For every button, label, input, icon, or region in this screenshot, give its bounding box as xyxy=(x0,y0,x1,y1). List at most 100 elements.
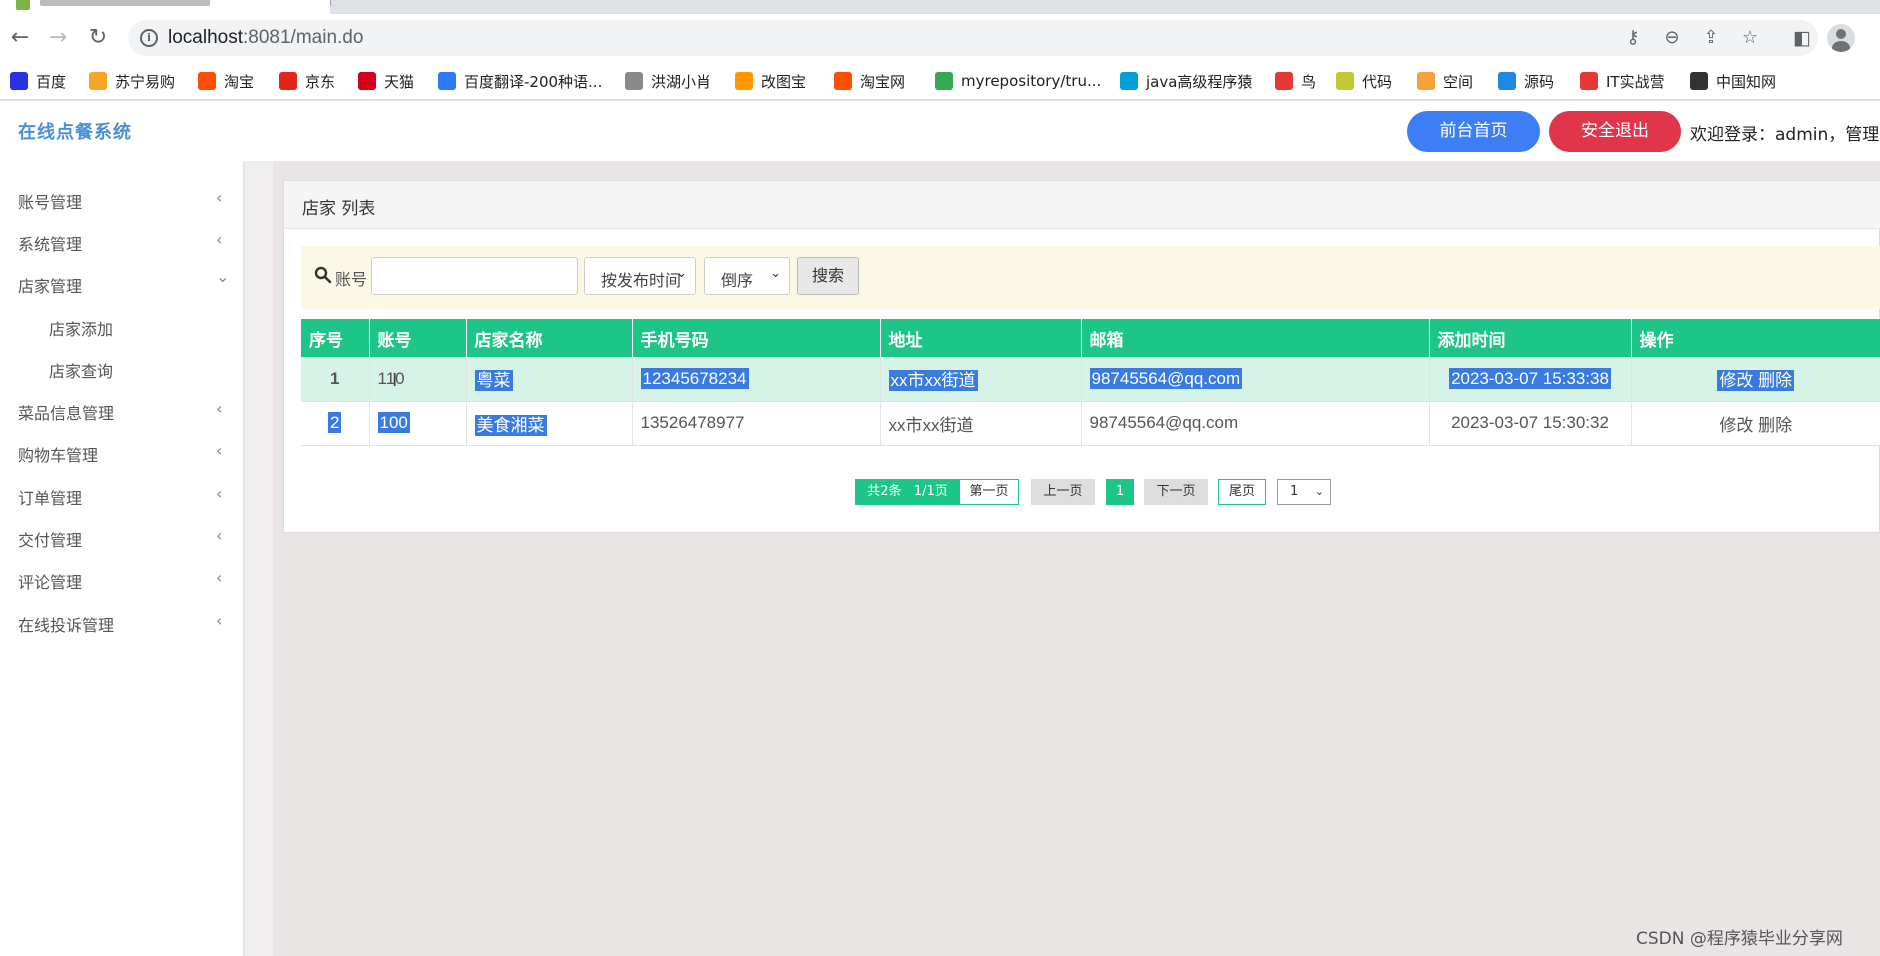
text-cursor-icon: I xyxy=(392,370,398,391)
chevron-down-icon: ⌄ xyxy=(216,267,230,286)
browser-toolbar: ← → ↻ i localhost:8081/main.do ⚷ ⊖ ⇪ ☆ ◧ xyxy=(0,14,1880,62)
chrome-icon xyxy=(935,72,953,90)
column-header: 店家名称 xyxy=(466,319,633,357)
bookmark-item[interactable]: java高级程序猿 xyxy=(1120,70,1252,92)
prev-page-button[interactable]: 上一页 xyxy=(1031,479,1095,505)
bookmark-item[interactable]: IT实战营 xyxy=(1580,70,1665,92)
bookmark-label: 源码 xyxy=(1524,72,1555,91)
column-header: 地址 xyxy=(880,319,1082,357)
bookmark-item[interactable]: 鸟 xyxy=(1275,70,1316,92)
sort-order-value: 倒序 xyxy=(721,271,754,290)
sidebar-item-orders[interactable]: 订单管理 ‹ xyxy=(0,475,244,517)
bookmark-label: 淘宝 xyxy=(224,72,255,91)
sidebar-item-label: 评论管理 xyxy=(18,573,83,592)
chevron-left-icon: ‹ xyxy=(216,441,223,460)
column-header: 账号 xyxy=(369,319,467,357)
password-key-icon[interactable]: ⚷ xyxy=(1622,27,1644,49)
row-email: 98745564@qq.com xyxy=(1081,401,1430,446)
front-home-button[interactable]: 前台首页 xyxy=(1407,111,1540,152)
bookmark-star-icon[interactable]: ☆ xyxy=(1739,27,1761,49)
browser-tab-active[interactable] xyxy=(0,0,330,14)
page-jump-select[interactable]: 1 ⌄ xyxy=(1277,479,1331,505)
sidebar-subitem-merchant-query[interactable]: 店家查询 xyxy=(0,348,244,390)
reload-icon[interactable]: ↻ xyxy=(84,24,112,52)
browser-tab-strip xyxy=(0,0,1880,14)
bookmark-label: IT实战营 xyxy=(1606,72,1665,91)
bookmark-item[interactable]: 苏宁易购 xyxy=(89,70,175,92)
tab-title xyxy=(40,0,210,6)
sidebar-item-label: 菜品信息管理 xyxy=(18,404,115,423)
sidebar-subitem-merchant-add[interactable]: 店家添加 xyxy=(0,306,244,348)
bookmark-item[interactable]: 淘宝 xyxy=(198,70,254,92)
row-account: 110 xyxy=(369,357,467,402)
app-brand: 在线点餐系统 xyxy=(18,122,132,143)
edit-link[interactable]: 修改 xyxy=(1719,371,1753,390)
table-row[interactable]: 2 100 美食湘菜 13526478977 xx市xx街道 98745564@… xyxy=(301,401,1880,446)
merchant-table: 序号 账号 店家名称 手机号码 地址 邮箱 添加时间 操作 1 110 粤菜 1… xyxy=(301,319,1880,446)
qzone-icon xyxy=(1417,72,1435,90)
bookmark-label: 鸟 xyxy=(1301,72,1317,91)
search-button[interactable]: 搜索 xyxy=(797,257,859,295)
sidebar-item-system[interactable]: 系统管理 ‹ xyxy=(0,221,244,263)
address-bar[interactable]: i localhost:8081/main.do ⚷ ⊖ ⇪ ☆ xyxy=(128,20,1818,56)
bookmark-item[interactable]: 百度翻译-200种语... xyxy=(438,70,602,92)
chevron-left-icon: ‹ xyxy=(216,188,223,207)
fish-icon xyxy=(1498,72,1516,90)
chevron-left-icon: ‹ xyxy=(216,484,223,503)
account-search-input[interactable] xyxy=(371,257,578,295)
table-header-row: 序号 账号 店家名称 手机号码 地址 邮箱 添加时间 操作 xyxy=(301,319,1880,357)
bookmark-label: 百度 xyxy=(36,72,67,91)
pager-total: 共2条 xyxy=(867,484,902,499)
next-page-button[interactable]: 下一页 xyxy=(1144,479,1208,505)
row-address: xx市xx街道 xyxy=(880,401,1082,446)
share-icon[interactable]: ⇪ xyxy=(1700,27,1722,49)
bookmark-item[interactable]: 百度 xyxy=(10,70,66,92)
current-page-button[interactable]: 1 xyxy=(1106,479,1134,505)
last-page-button[interactable]: 尾页 xyxy=(1218,479,1266,505)
sidebar-item-dishes[interactable]: 菜品信息管理 ‹ xyxy=(0,390,244,432)
logout-button[interactable]: 安全退出 xyxy=(1549,111,1681,152)
forward-arrow-icon[interactable]: → xyxy=(44,24,72,52)
bookmark-item[interactable]: 空间 xyxy=(1417,70,1473,92)
bookmark-label: 空间 xyxy=(1443,72,1474,91)
sidebar-item-label: 交付管理 xyxy=(18,531,83,550)
bookmark-item[interactable]: 改图宝 xyxy=(735,70,806,92)
sort-order-select[interactable]: 倒序 ⌄ xyxy=(704,257,790,295)
profile-avatar[interactable] xyxy=(1827,24,1855,52)
row-time: 2023-03-07 15:33:38 xyxy=(1429,357,1632,402)
edit-link[interactable]: 修改 xyxy=(1719,416,1753,435)
sidebar-item-merchant[interactable]: 店家管理 ⌄ xyxy=(0,263,244,305)
sidebar-item-account[interactable]: 账号管理 ‹ xyxy=(0,179,244,221)
bookmark-item[interactable]: myrepository/tru... xyxy=(935,70,1101,92)
sidebar-item-delivery[interactable]: 交付管理 ‹ xyxy=(0,517,244,559)
sidebar-item-comments[interactable]: 评论管理 ‹ xyxy=(0,559,244,601)
search-icon xyxy=(314,266,332,284)
bookmark-label: 洪湖小肖 xyxy=(651,72,712,91)
bookmark-item[interactable]: 代码 xyxy=(1336,70,1392,92)
panel-title: 店家 列表 xyxy=(302,199,376,219)
bookmark-label: 苏宁易购 xyxy=(115,72,176,91)
sidebar-item-cart[interactable]: 购物车管理 ‹ xyxy=(0,432,244,474)
bookmark-item[interactable]: 中国知网 xyxy=(1690,70,1776,92)
panel-header: 店家 列表 xyxy=(284,181,1880,229)
sort-field-select[interactable]: 按发布时间 ⌄ xyxy=(584,257,696,295)
side-panel-icon[interactable]: ◧ xyxy=(1788,24,1816,52)
sidebar-item-complaints[interactable]: 在线投诉管理 ‹ xyxy=(0,602,244,644)
delete-link[interactable]: 删除 xyxy=(1758,416,1792,435)
site-info-icon[interactable]: i xyxy=(140,29,158,47)
table-row[interactable]: 1 110 粤菜 12345678234 xx市xx街道 98745564@qq… xyxy=(301,357,1880,402)
back-arrow-icon[interactable]: ← xyxy=(6,24,34,52)
tmall-icon xyxy=(358,72,376,90)
bookmark-item[interactable]: 天猫 xyxy=(358,70,414,92)
row-actions: 修改 删除 xyxy=(1631,401,1880,446)
sidebar-item-label: 店家管理 xyxy=(18,277,83,296)
zoom-icon[interactable]: ⊖ xyxy=(1661,27,1683,49)
bookmark-item[interactable]: 源码 xyxy=(1498,70,1554,92)
bookmark-item[interactable]: 洪湖小肖 xyxy=(625,70,711,92)
it-icon xyxy=(1580,72,1598,90)
bookmark-item[interactable]: 京东 xyxy=(279,70,335,92)
delete-link[interactable]: 删除 xyxy=(1758,371,1792,390)
first-page-button[interactable]: 第一页 xyxy=(959,479,1019,505)
bookmark-item[interactable]: 淘宝网 xyxy=(834,70,905,92)
url-text[interactable]: localhost:8081/main.do xyxy=(168,27,363,49)
